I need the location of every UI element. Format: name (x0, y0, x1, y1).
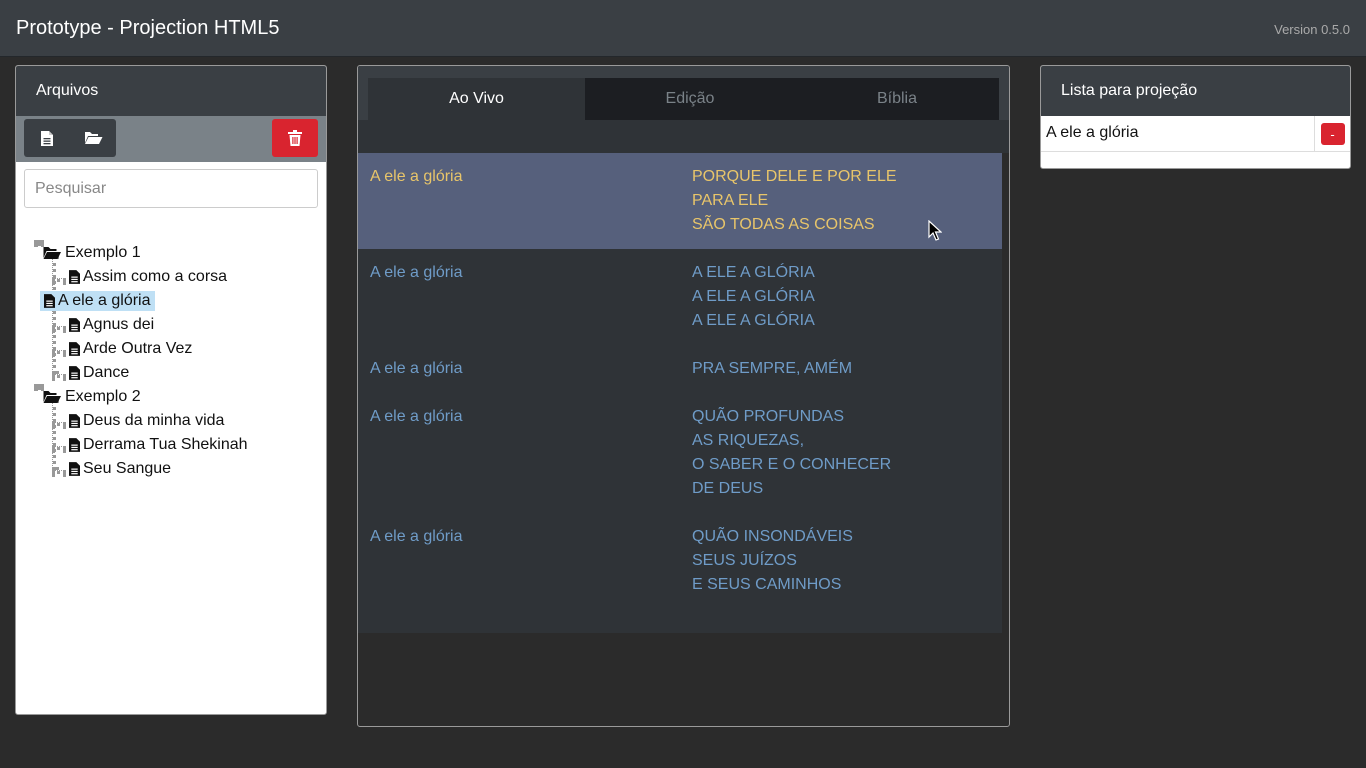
remove-button[interactable]: - (1320, 123, 1345, 145)
slide-title: A ele a glória (370, 408, 463, 425)
mouse-pointer-icon (928, 220, 942, 241)
tree-folder[interactable]: Exemplo 2 (42, 386, 141, 408)
projection-list-title: Lista para projeção (1041, 66, 1350, 116)
file-icon (44, 294, 55, 308)
lyric-line: QUÃO INSONDÁVEIS (692, 528, 853, 545)
tab-biblia[interactable]: Bíblia (795, 78, 999, 120)
file-icon (69, 438, 80, 452)
files-toolbar (16, 116, 326, 162)
lyric-line: DE DEUS (692, 480, 764, 497)
slide-lyrics: QUÃO PROFUNDAS AS RIQUEZAS, O SABER E O … (692, 405, 891, 501)
tree-file-label: A ele a glória (58, 292, 151, 309)
tree-file[interactable]: Seu Sangue (66, 458, 175, 480)
tree-connector (52, 350, 66, 354)
tree-file-label: Dance (83, 364, 130, 381)
slide-lyrics: PRA SEMPRE, AMÉM (692, 357, 852, 381)
file-icon (69, 414, 80, 428)
projection-list-panel: Lista para projeção A ele a glória - (1040, 65, 1351, 169)
slide-title: A ele a glória (370, 528, 463, 545)
slide-item[interactable]: A ele a glória QUÃO INSONDÁVEIS SEUS JUÍ… (358, 513, 1002, 609)
folder-open-icon (43, 391, 61, 403)
folder-open-icon (84, 132, 102, 144)
file-icon (69, 342, 80, 356)
slide-title: A ele a glória (370, 168, 463, 185)
slide-lyrics: PORQUE DELE E POR ELE PARA ELE SÃO TODAS… (692, 165, 897, 237)
tree-file-label: Seu Sangue (83, 460, 172, 477)
lyric-line: A ELE A GLÓRIA (692, 264, 815, 281)
lyric-line: SEUS JUÍZOS (692, 552, 797, 569)
lyric-line: PORQUE DELE E POR ELE (692, 168, 897, 185)
lyric-line: SÃO TODAS AS COISAS (692, 216, 875, 233)
tree-file-selected[interactable]: A ele a glória (40, 290, 155, 312)
tree-connector (52, 256, 56, 374)
lyric-line: O SABER E O CONHECER (692, 456, 892, 473)
slide-item[interactable]: A ele a glória A ELE A GLÓRIA A ELE A GL… (358, 249, 1002, 345)
slide-item[interactable]: A ele a glória QUÃO PROFUNDAS AS RIQUEZA… (358, 393, 1002, 513)
tree-file-label: Agnus dei (83, 316, 155, 333)
lyric-line: QUÃO PROFUNDAS (692, 408, 845, 425)
search-input[interactable] (24, 169, 318, 208)
tab-ao-vivo[interactable]: Ao Vivo (368, 78, 585, 120)
projection-item-actions: - (1314, 116, 1350, 152)
file-icon (69, 318, 80, 332)
slide-item[interactable]: A ele a glória PRA SEMPRE, AMÉM (358, 345, 1002, 393)
slide-list: A ele a glória PORQUE DELE E POR ELE PAR… (358, 153, 1002, 633)
app-title: Prototype - Projection HTML5 (16, 17, 280, 39)
tree-connector (52, 422, 66, 426)
lyric-line: E SEUS CAMINHOS (692, 576, 842, 593)
tree-file-label: Arde Outra Vez (83, 340, 193, 357)
lyric-line: PRA SEMPRE, AMÉM (692, 360, 853, 377)
delete-button[interactable] (272, 119, 318, 157)
file-icon (69, 270, 80, 284)
tree-connector (52, 326, 66, 330)
tree-connector (52, 278, 66, 282)
slides-header-space (358, 120, 1009, 153)
lyric-line: A ELE A GLÓRIA (692, 312, 815, 329)
tree-file[interactable]: Agnus dei (66, 314, 158, 336)
tree-folder-label: Exemplo 1 (65, 244, 141, 261)
tree-file[interactable]: Dance (66, 362, 133, 384)
tab-bar: Ao Vivo Edição Bíblia (368, 78, 999, 120)
file-actions-group (24, 119, 116, 157)
tree-file-label: Assim como a corsa (83, 268, 228, 285)
slide-item[interactable]: A ele a glória PORQUE DELE E POR ELE PAR… (358, 153, 1002, 249)
trash-icon (288, 130, 302, 146)
tree-file[interactable]: Assim como a corsa (66, 266, 231, 288)
lyric-line: A ELE A GLÓRIA (692, 288, 815, 305)
tree-connector (52, 470, 66, 474)
file-icon (69, 462, 80, 476)
version-label: Version 0.5.0 (1274, 22, 1350, 37)
file-icon (69, 366, 80, 380)
open-folder-button[interactable] (70, 119, 116, 157)
projection-item-name: A ele a glória (1046, 124, 1139, 141)
projection-list-item[interactable]: A ele a glória - (1041, 116, 1350, 152)
tree-file[interactable]: Deus da minha vida (66, 410, 228, 432)
tab-edicao[interactable]: Edição (585, 78, 795, 120)
tree-file[interactable]: Arde Outra Vez (66, 338, 196, 360)
lyric-line: PARA ELE (692, 192, 769, 209)
tree-connector (34, 384, 38, 390)
file-icon (41, 130, 53, 146)
slide-title: A ele a glória (370, 360, 463, 377)
tree-connector (52, 400, 56, 470)
folder-open-icon (43, 247, 61, 259)
slide-title: A ele a glória (370, 264, 463, 281)
tree-connector (52, 374, 66, 378)
tree-file-label: Derrama Tua Shekinah (83, 436, 248, 453)
new-file-button[interactable] (24, 119, 70, 157)
tree-connector (34, 240, 38, 246)
slide-lyrics: A ELE A GLÓRIA A ELE A GLÓRIA A ELE A GL… (692, 261, 815, 333)
slide-lyrics: QUÃO INSONDÁVEIS SEUS JUÍZOS E SEUS CAMI… (692, 525, 853, 597)
tree-file[interactable]: Derrama Tua Shekinah (66, 434, 252, 456)
slide-list-footer (358, 609, 1002, 633)
files-panel-title: Arquivos (16, 66, 326, 116)
lyric-line: AS RIQUEZAS, (692, 432, 805, 449)
tree-folder[interactable]: Exemplo 1 (42, 242, 141, 264)
live-panel: Ao Vivo Edição Bíblia A ele a glória POR… (357, 65, 1010, 727)
tree-folder-label: Exemplo 2 (65, 388, 141, 405)
tree-connector (52, 446, 66, 450)
files-panel: Arquivos Pesquisar Exemplo 1 Assim como … (15, 65, 327, 715)
top-navbar: Prototype - Projection HTML5 Version 0.5… (0, 0, 1366, 57)
tree-file-label: Deus da minha vida (83, 412, 225, 429)
